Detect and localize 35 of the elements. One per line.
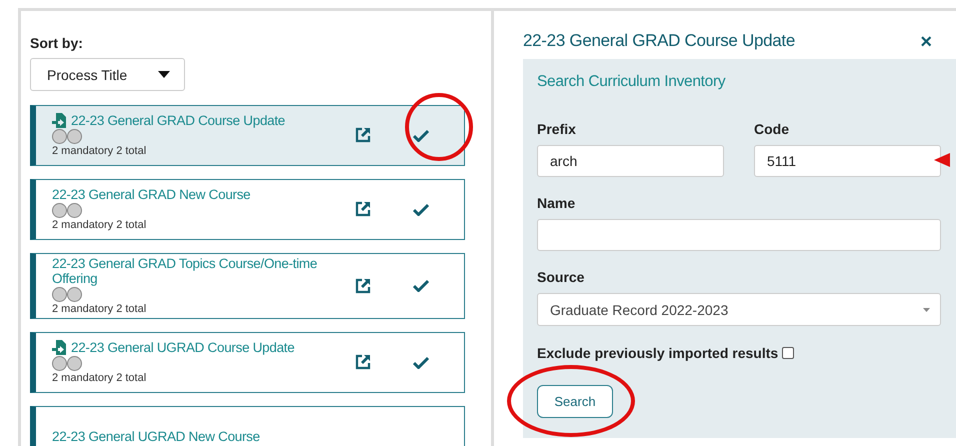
process-title[interactable]: 22-23 General GRAD New Course — [52, 187, 250, 202]
process-card[interactable]: 22-23 General UGRAD Course Update 2 mandatory 2 total — [30, 332, 465, 393]
process-summary: 2 mandatory 2 total — [52, 372, 148, 384]
name-field[interactable] — [537, 219, 941, 251]
prefix-field[interactable]: arch — [537, 145, 724, 177]
process-title[interactable]: 22-23 General GRAD Topics Course/One-time Offering — [52, 256, 342, 286]
step-dots-icon — [52, 203, 82, 218]
process-card[interactable]: 22-23 General UGRAD New Course — [30, 406, 465, 446]
step-dots-icon — [52, 356, 82, 371]
process-summary: 2 mandatory 2 total — [52, 303, 148, 315]
field-label: Code — [754, 121, 790, 137]
panel-heading: Search Curriculum Inventory — [537, 73, 726, 91]
code-field[interactable]: 5111 — [754, 145, 941, 177]
caret-icon — [923, 308, 930, 312]
sort-label: Sort by: — [30, 35, 84, 51]
process-summary: 2 mandatory 2 total — [52, 145, 148, 157]
field-label: Name — [537, 195, 576, 211]
field-label: Prefix — [537, 121, 577, 137]
search-button[interactable]: Search — [537, 385, 613, 418]
checkbox-label: Exclude previously imported results — [537, 345, 778, 361]
source-select[interactable]: Graduate Record 2022-2023 — [537, 293, 941, 326]
caret-icon — [158, 71, 170, 78]
process-card[interactable]: 22-23 General GRAD Topics Course/One-time Offering 2 mandatory 2 total — [30, 253, 465, 319]
exclude-checkbox[interactable] — [782, 347, 794, 359]
process-title[interactable]: 22-23 General UGRAD Course Update — [71, 340, 294, 355]
process-card[interactable]: 22-23 General GRAD New Course 2 mandatory 2 total — [30, 179, 465, 240]
process-title[interactable]: 22-23 General UGRAD New Course — [52, 428, 260, 444]
sort-select[interactable]: Process Title — [30, 58, 185, 91]
step-dots-icon — [52, 129, 82, 144]
process-card[interactable]: 22-23 General GRAD Course Update 2 mandatory 2 total — [30, 105, 465, 166]
close-button[interactable]: × — [920, 33, 932, 51]
step-dots-icon — [52, 287, 82, 302]
field-label: Source — [537, 269, 586, 285]
process-summary: 2 mandatory 2 total — [52, 219, 148, 231]
detail-title: 22-23 General GRAD Course Update — [523, 31, 795, 51]
